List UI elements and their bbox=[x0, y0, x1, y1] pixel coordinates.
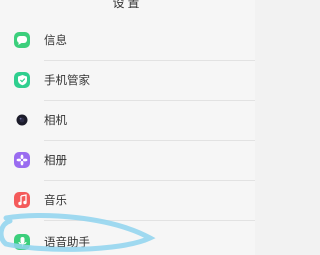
message-icon bbox=[14, 32, 30, 48]
page-title: 设置 bbox=[112, 0, 143, 10]
settings-item-phone-manager[interactable]: 手机管家 bbox=[0, 60, 255, 100]
settings-item-label: 语音助手 bbox=[44, 235, 90, 249]
settings-item-music[interactable]: 音乐 bbox=[0, 180, 255, 220]
settings-item-voice-assistant[interactable]: 语音助手 bbox=[0, 222, 255, 255]
settings-item-gallery[interactable]: 相册 bbox=[0, 140, 255, 180]
gallery-icon bbox=[14, 152, 30, 168]
shield-icon bbox=[14, 72, 30, 88]
settings-item-label: 相册 bbox=[44, 153, 67, 167]
settings-item-camera[interactable]: 相机 bbox=[0, 100, 255, 140]
music-icon bbox=[14, 192, 30, 208]
camera-icon bbox=[14, 112, 30, 128]
settings-item-label: 相机 bbox=[44, 113, 67, 127]
settings-item-label: 信息 bbox=[44, 33, 67, 47]
settings-screen: 设置 信息 手机管家 相机 相册 音乐 语音助手 bbox=[0, 0, 255, 255]
settings-item-label: 手机管家 bbox=[44, 73, 90, 87]
divider bbox=[44, 220, 255, 221]
settings-item-messages[interactable]: 信息 bbox=[0, 20, 255, 60]
settings-item-label: 音乐 bbox=[44, 193, 67, 207]
voice-assistant-icon bbox=[14, 234, 30, 250]
